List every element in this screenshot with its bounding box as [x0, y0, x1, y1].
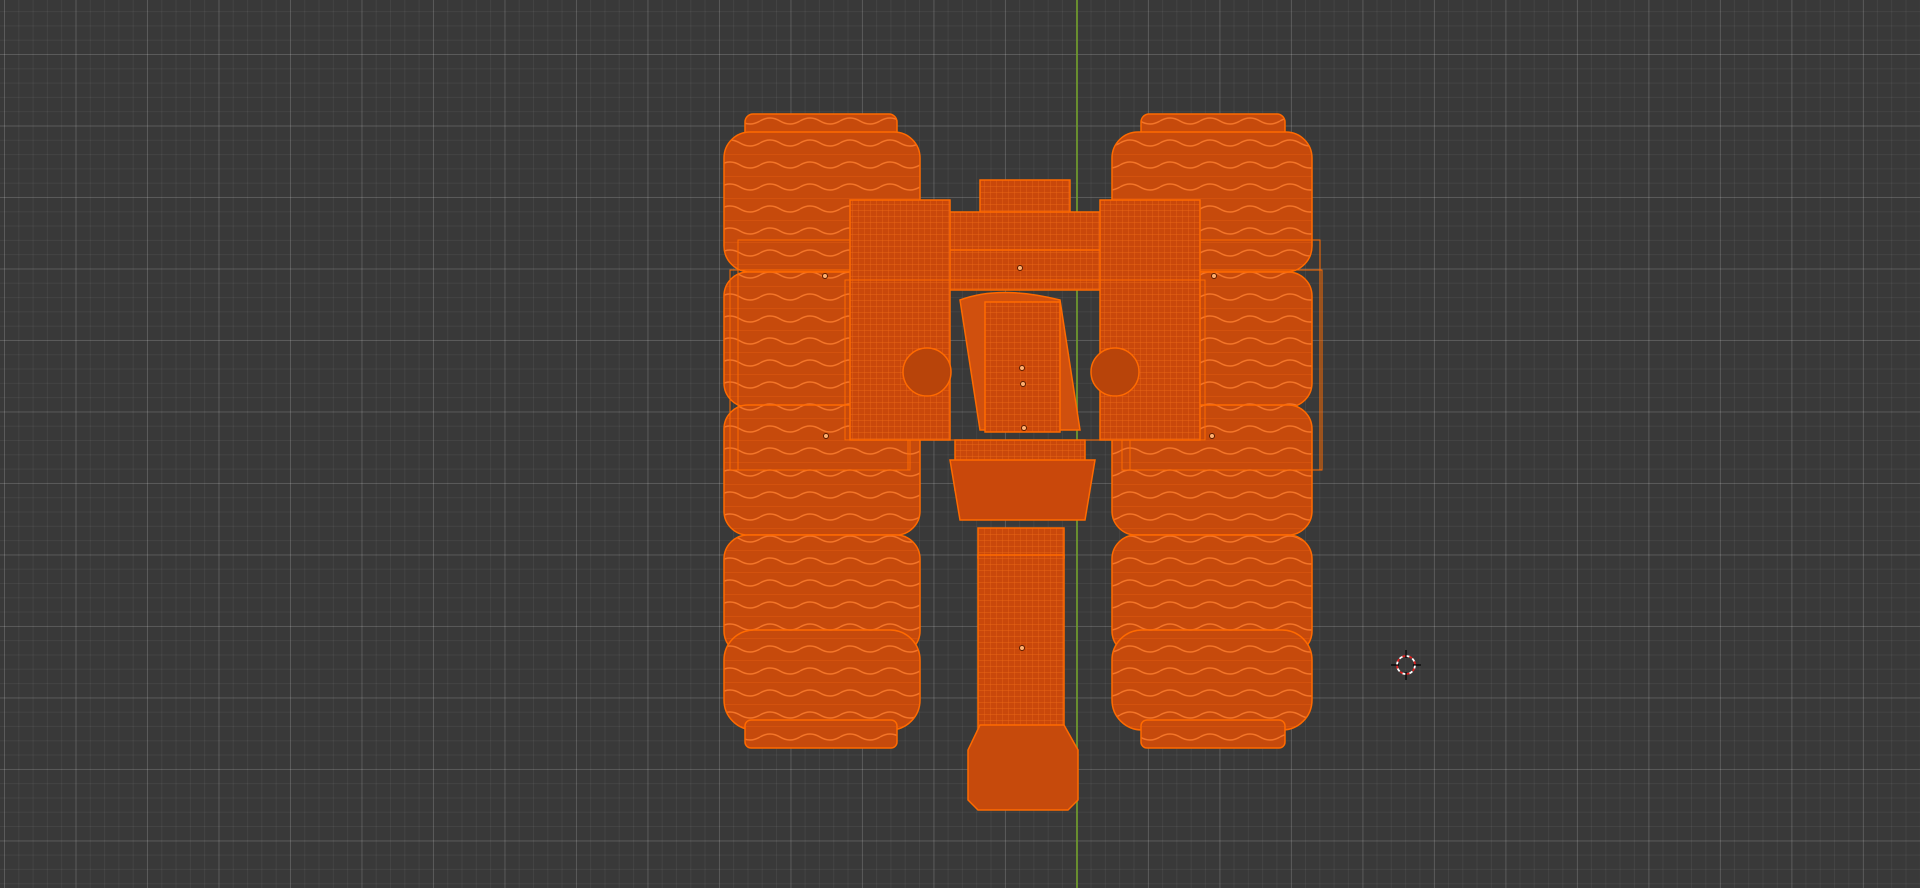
rover-wireframe-model[interactable] — [0, 0, 1920, 888]
3d-viewport[interactable] — [0, 0, 1920, 888]
3d-cursor-icon[interactable] — [1389, 648, 1423, 682]
